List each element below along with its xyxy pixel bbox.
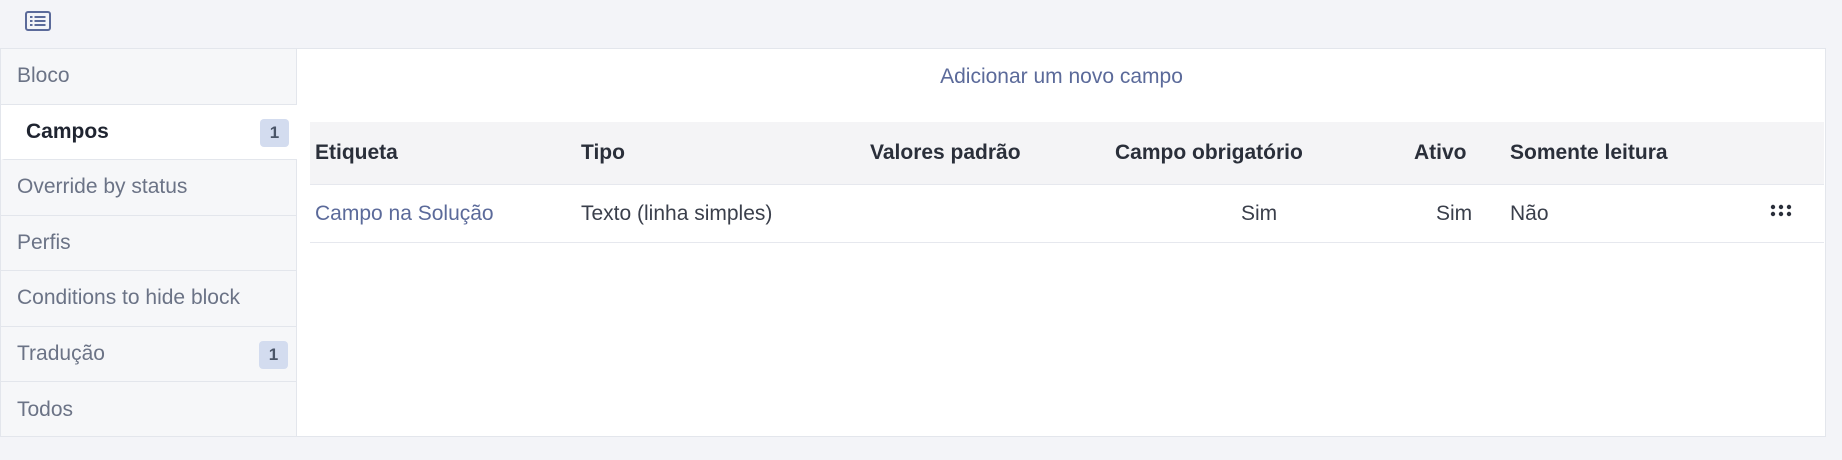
header-valores-padrao[interactable]: Valores padrão (870, 141, 1021, 165)
tab-perfis[interactable]: Perfis (1, 216, 296, 271)
tab-label: Tradução (17, 341, 105, 365)
header-somente-leitura[interactable]: Somente leitura (1510, 141, 1668, 165)
field-type: Texto (linha simples) (581, 201, 773, 225)
tab-label: Override by status (17, 175, 188, 199)
field-read-only: Não (1510, 201, 1549, 225)
add-field-link[interactable]: Adicionar um novo campo (298, 65, 1825, 89)
count-badge: 1 (259, 340, 288, 369)
tab-bloco[interactable]: Bloco (1, 49, 296, 105)
tab-campos[interactable]: Campos 1 (1, 104, 297, 160)
header-campo-obrigatorio[interactable]: Campo obrigatório (1115, 141, 1303, 165)
header-etiqueta[interactable]: Etiqueta (315, 141, 398, 165)
header-ativo[interactable]: Ativo (1414, 141, 1467, 165)
tab-label: Perfis (17, 230, 71, 254)
tab-label: Conditions to hide block (17, 286, 240, 310)
field-required: Sim (1241, 201, 1278, 225)
tab-label: Bloco (17, 64, 70, 88)
main-content: Adicionar um novo campo Etiqueta Tipo Va… (298, 49, 1825, 436)
sidebar-tabs: Bloco Campos 1 Override by status Perfis… (1, 49, 297, 436)
field-label-link[interactable]: Campo na Solução (315, 202, 494, 226)
top-toolbar (0, 0, 1842, 48)
field-editor-panel: Bloco Campos 1 Override by status Perfis… (0, 48, 1826, 437)
more-options-icon[interactable] (1770, 204, 1792, 223)
header-tipo[interactable]: Tipo (581, 141, 625, 165)
table-row: Campo na Solução Texto (linha simples) S… (310, 185, 1824, 243)
tab-todos[interactable]: Todos (1, 382, 296, 438)
list-icon[interactable] (24, 10, 52, 32)
tab-conditions-to-hide-block[interactable]: Conditions to hide block (1, 271, 296, 327)
table-header: Etiqueta Tipo Valores padrão Campo obrig… (310, 122, 1824, 185)
tab-override-by-status[interactable]: Override by status (1, 160, 296, 216)
count-badge: 1 (260, 118, 289, 147)
tab-label: Campos (26, 119, 109, 143)
fields-table: Etiqueta Tipo Valores padrão Campo obrig… (310, 122, 1824, 243)
tab-label: Todos (17, 397, 74, 421)
field-active: Sim (1436, 201, 1473, 225)
tab-traducao[interactable]: Tradução 1 (1, 327, 296, 382)
